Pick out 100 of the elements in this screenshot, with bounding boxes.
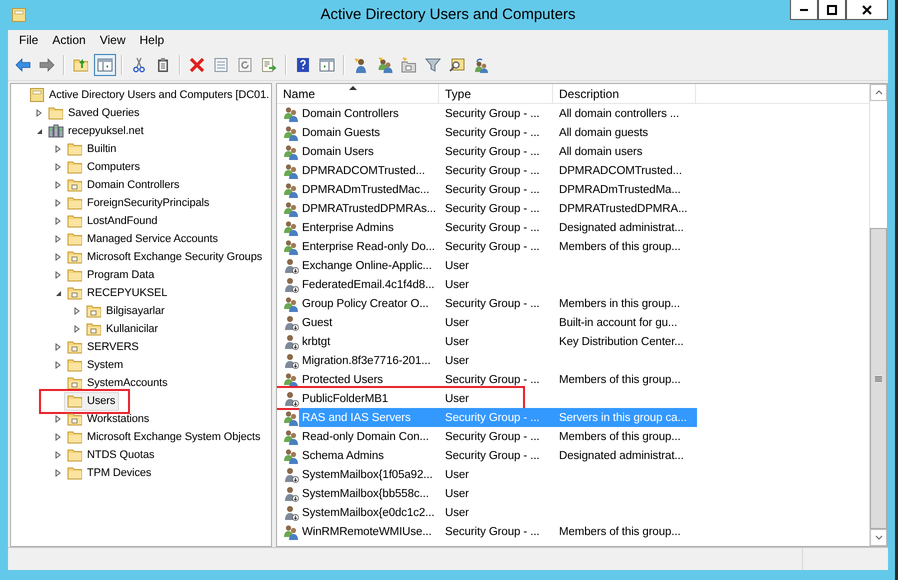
menu-item[interactable]: Action [45, 33, 93, 47]
tree-item-label[interactable]: Users [87, 395, 116, 407]
collapsed-arrow-icon[interactable] [54, 253, 62, 261]
table-cell[interactable]: Enterprise Read-only Do... [302, 237, 435, 256]
tree-item[interactable]: Domain Controllers [87, 179, 180, 191]
collapsed-arrow-icon[interactable] [73, 325, 81, 333]
close-button[interactable] [846, 0, 888, 20]
scrollbar-thumb[interactable] [870, 228, 887, 529]
scroll-up-button[interactable] [870, 84, 887, 101]
tree-item[interactable]: Microsoft Exchange Security Groups [87, 251, 262, 263]
table-cell[interactable]: Group Policy Creator O... [302, 294, 429, 313]
tree-item[interactable]: Saved Queries [68, 107, 140, 119]
table-cell[interactable]: SystemMailbox{bb558c... [302, 484, 429, 503]
window-title: Active Directory Users and Computers [320, 6, 576, 23]
tree-item[interactable]: recepyuksel.net [68, 125, 144, 137]
user-icon [283, 486, 299, 502]
table-cell[interactable]: Exchange Online-Applic... [302, 256, 432, 275]
collapsed-arrow-icon[interactable] [54, 469, 62, 477]
folder-icon [67, 177, 83, 193]
tree-item[interactable]: Users [64, 392, 120, 410]
table-cell[interactable]: krbtgt [302, 332, 330, 351]
table-cell: Members of this group... [559, 526, 681, 538]
tree-item[interactable]: SystemAccounts [87, 377, 168, 389]
collapsed-arrow-icon[interactable] [54, 343, 62, 351]
tree-item[interactable]: Managed Service Accounts [87, 233, 218, 245]
scroll-down-button[interactable] [870, 529, 887, 546]
table-cell: Security Group - ... [445, 146, 540, 158]
table-cell: Security Group - ... [445, 450, 540, 462]
maximize-button[interactable] [818, 0, 846, 20]
table-cell[interactable]: Guest [302, 313, 332, 332]
table-cell: Security Group - ... [445, 222, 540, 234]
folder-icon [67, 357, 83, 373]
table-cell[interactable]: DPMRATrustedDPMRAs... [302, 199, 436, 218]
menu-item[interactable]: File [12, 33, 46, 47]
collapsed-arrow-icon[interactable] [54, 361, 62, 369]
tree-item[interactable]: RECEPYUKSEL [87, 287, 168, 299]
expanded-arrow-icon[interactable] [54, 289, 62, 297]
group-icon [283, 524, 299, 540]
tree-item[interactable]: NTDS Quotas [87, 449, 154, 461]
table-cell[interactable]: Protected Users [302, 370, 383, 389]
table-cell[interactable]: SystemMailbox{e0dc1c2... [302, 503, 434, 522]
collapsed-arrow-icon[interactable] [73, 307, 81, 315]
tree-item[interactable]: Workstations [87, 413, 150, 425]
chevron-up-icon [874, 89, 882, 96]
menu-item[interactable]: Help [132, 33, 172, 47]
tree-item[interactable]: Active Directory Users and Computers [DC01. [49, 89, 270, 101]
table-cell[interactable]: FederatedEmail.4c1f4d8... [302, 275, 434, 294]
table-cell[interactable]: Migration.8f3e7716-201... [302, 351, 431, 370]
table-cell[interactable]: DPMRADmTrustedMac... [302, 180, 430, 199]
table-cell: Key Distribution Center... [559, 336, 684, 348]
table-cell: Security Group - ... [445, 184, 540, 196]
tree-item[interactable]: Program Data [87, 269, 154, 281]
collapsed-arrow-icon[interactable] [54, 451, 62, 459]
group-icon [283, 372, 299, 388]
table-cell[interactable]: SystemMailbox{1f05a92... [302, 465, 433, 484]
collapsed-arrow-icon[interactable] [54, 235, 62, 243]
tree-item[interactable]: TPM Devices [87, 467, 152, 479]
table-cell: All domain controllers ... [559, 108, 680, 120]
expanded-arrow-icon[interactable] [35, 127, 43, 135]
tree-item[interactable]: LostAndFound [87, 215, 158, 227]
table-cell[interactable]: Domain Controllers [302, 104, 399, 123]
minimize-button[interactable] [790, 0, 818, 20]
collapsed-arrow-icon[interactable] [35, 109, 43, 117]
table-cell[interactable]: Domain Guests [302, 123, 380, 142]
folder-icon [67, 339, 83, 355]
column-header[interactable]: Name [277, 84, 439, 103]
tree-item[interactable]: ForeignSecurityPrincipals [87, 197, 210, 209]
collapsed-arrow-icon[interactable] [54, 163, 62, 171]
table-cell[interactable]: Read-only Domain Con... [302, 427, 429, 446]
table-cell[interactable]: PublicFolderMB1 [302, 389, 388, 408]
collapsed-arrow-icon[interactable] [54, 217, 62, 225]
table-cell: Designated administrat... [559, 450, 684, 462]
tree-item[interactable]: Kullanicilar [106, 323, 158, 335]
tree-item[interactable]: Microsoft Exchange System Objects [87, 431, 260, 443]
tree-item[interactable]: Bilgisayarlar [106, 305, 165, 317]
table-cell: Members of this group... [559, 430, 681, 442]
collapsed-arrow-icon[interactable] [54, 181, 62, 189]
tree-item[interactable]: SERVERS [87, 341, 139, 353]
tree-item[interactable]: Builtin [87, 143, 116, 155]
group-icon [283, 220, 299, 236]
table-cell[interactable]: Enterprise Admins [302, 218, 394, 237]
table-cell[interactable]: Domain Users [302, 142, 374, 161]
tree-item[interactable]: Computers [87, 161, 140, 173]
collapsed-arrow-icon[interactable] [54, 415, 62, 423]
table-cell: Security Group - ... [445, 202, 540, 214]
table-cell: Security Group - ... [445, 298, 540, 310]
table-cell[interactable]: DPMRADCOMTrusted... [302, 161, 425, 180]
column-header[interactable]: Type [439, 84, 553, 103]
table-cell: User [445, 336, 469, 348]
user-icon [283, 334, 299, 350]
collapsed-arrow-icon[interactable] [54, 271, 62, 279]
table-cell[interactable]: WinRMRemoteWMIUse... [302, 522, 432, 541]
table-cell: All domain guests [559, 126, 648, 138]
collapsed-arrow-icon[interactable] [54, 433, 62, 441]
column-header[interactable]: Description [553, 84, 696, 103]
collapsed-arrow-icon[interactable] [54, 199, 62, 207]
tree-item[interactable]: System [87, 359, 124, 371]
menu-item[interactable]: View [92, 33, 132, 47]
collapsed-arrow-icon[interactable] [54, 145, 62, 153]
table-cell[interactable]: Schema Admins [302, 446, 384, 465]
